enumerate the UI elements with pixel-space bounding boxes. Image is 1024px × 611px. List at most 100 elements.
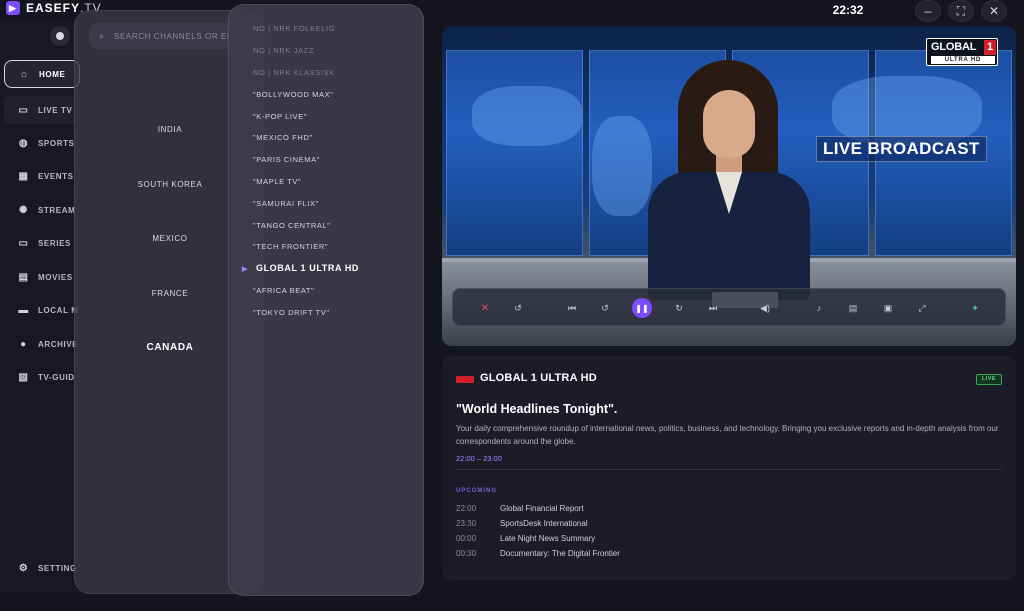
sidebar-item-archive[interactable]: ● ARCHIVE <box>4 330 80 358</box>
upcoming-title: Late Night News Summary <box>500 534 596 543</box>
folder-icon: ▬ <box>18 304 29 316</box>
subtitles-icon[interactable]: ▤ <box>845 300 861 316</box>
sidebar-item-series[interactable]: ▭ SERIES <box>4 229 80 257</box>
sidebar-item-label: SETTING <box>38 563 77 573</box>
now-playing-icon: ▶ <box>242 266 248 273</box>
upcoming-item[interactable]: 22:00 Global Financial Report <box>456 504 584 516</box>
channel-logo-icon <box>456 376 474 383</box>
upcoming-title: SportsDesk International <box>500 519 588 528</box>
pause-icon[interactable]: ❚❚ <box>632 298 652 318</box>
channel-item-label: GLOBAL 1 ULTRA HD <box>255 263 360 273</box>
film-icon: ▤ <box>18 271 29 283</box>
cast-icon[interactable]: ✦ <box>967 300 983 316</box>
channel-title: GLOBAL 1 ULTRA HD <box>480 372 597 384</box>
sidebar-item-label: TV-GUID <box>38 372 75 382</box>
upcoming-title: Global Financial Report <box>500 504 584 513</box>
upcoming-time: 22:00 <box>456 504 477 513</box>
close-button[interactable]: ✕ <box>981 0 1007 22</box>
program-title: "World Headlines Tonight". <box>456 402 618 416</box>
video-player[interactable]: LIVE BROADCAST GLOBAL 1 ULTRA HD ✕ ↺ ⏮ ↺… <box>442 26 1016 346</box>
sidebar-item-label: SPORTS <box>38 138 75 148</box>
sidebar-item-tv-guide[interactable]: ▧ TV-GUID <box>4 363 80 391</box>
replay-icon[interactable]: ↺ <box>510 300 526 316</box>
player-controls: ✕ ↺ ⏮ ↺ ❚❚ ↻ ⏭ ◀) ♪ ▤ ▣ ⤢ ✦ <box>452 288 1006 326</box>
channel-item[interactable]: "K-POP LIVE" <box>253 112 418 121</box>
rewind-icon[interactable]: ↺ <box>597 300 613 316</box>
brand-name: EASEFY <box>26 1 81 15</box>
studio-screen <box>446 50 583 256</box>
network-logo-sub: ULTRA HD <box>931 56 995 64</box>
skip-next-icon[interactable]: ⏭ <box>705 300 721 316</box>
sidebar-item-home[interactable]: ⌂ HOME <box>4 60 80 88</box>
sidebar-item-label: MOVIES <box>38 272 73 282</box>
sidebar-item-label: LIVE TV <box>38 105 73 115</box>
audio-track-icon[interactable]: ♪ <box>811 300 827 316</box>
sidebar-item-label: EVENTS <box>38 171 74 181</box>
live-badge: LIVE <box>976 374 1002 385</box>
program-description: Your daily comprehensive roundup of inte… <box>456 424 999 446</box>
app-logo-icon: ▶ <box>6 1 20 15</box>
upcoming-item[interactable]: 00:30 Documentary: The Digital Frontier <box>456 549 620 561</box>
forward-icon[interactable]: ↻ <box>671 300 687 316</box>
fullscreen-icon[interactable]: ⤢ <box>914 300 930 316</box>
program-time: 22:00 – 23:00 <box>456 454 502 463</box>
sidebar-item-label: STREAM <box>38 205 76 215</box>
sidebar-item-sports[interactable]: ◍ SPORTS <box>4 129 80 157</box>
clock: 22:32 <box>832 3 864 17</box>
channel-item-playing[interactable]: ▶ GLOBAL 1 ULTRA HD <box>242 263 407 273</box>
channel-item[interactable]: "MAPLE TV" <box>253 177 418 186</box>
minimize-button[interactable]: – <box>915 0 941 22</box>
pip-icon[interactable]: ▣ <box>880 300 896 316</box>
sidebar-item-movies[interactable]: ▤ MOVIES <box>4 263 80 291</box>
anchor-face <box>703 90 755 158</box>
maximize-button[interactable]: ⛶ <box>948 0 974 22</box>
search-input[interactable] <box>114 31 235 41</box>
live-broadcast-banner: LIVE BROADCAST <box>816 136 987 162</box>
sidebar-item-label: ARCHIVE <box>38 339 79 349</box>
sidebar-item-local-media[interactable]: ▬ LOCAL M <box>4 296 80 324</box>
channel-item[interactable]: "SAMURAI FLIX" <box>253 199 418 208</box>
network-logo: GLOBAL 1 ULTRA HD <box>926 38 998 66</box>
divider <box>456 469 1002 470</box>
channel-item[interactable]: "TANGO CENTRAL" <box>253 221 418 230</box>
upcoming-title: Documentary: The Digital Frontier <box>500 549 620 558</box>
calendar-icon: ▦ <box>18 170 29 182</box>
upcoming-item[interactable]: 23:30 SportsDesk International <box>456 519 588 531</box>
sidebar-item-label: SERIES <box>38 238 71 248</box>
channel-item[interactable]: NO | NRK JAZZ <box>253 46 418 55</box>
channel-item[interactable]: "MEXICO FHD" <box>253 133 418 142</box>
user-icon <box>56 32 64 40</box>
search-box[interactable]: ⌕ <box>89 23 249 49</box>
upcoming-time: 00:00 <box>456 534 477 543</box>
upcoming-label: UPCOMING <box>456 488 497 494</box>
stream-icon: ✺ <box>19 204 28 216</box>
sidebar-item-settings[interactable]: ⚙ SETTING <box>4 554 80 582</box>
channel-item[interactable]: NO | NRK FOLKELIG <box>253 24 418 33</box>
sidebar-item-live-tv[interactable]: ▭ LIVE TV <box>4 96 80 124</box>
search-icon: ⌕ <box>99 30 105 41</box>
channel-item[interactable]: "BOLLYWOOD MAX" <box>253 90 418 99</box>
close-icon[interactable]: ✕ <box>477 300 493 316</box>
gear-icon: ⚙ <box>18 562 29 574</box>
channel-item[interactable]: "TOKYO DRIFT TV" <box>253 308 418 317</box>
upcoming-time: 23:30 <box>456 519 477 528</box>
world-map-shape <box>472 86 582 146</box>
sidebar: ⌂ HOME ▭ LIVE TV ◍ SPORTS ▦ EVENTS ✺ STR… <box>0 22 80 592</box>
profile-avatar[interactable] <box>50 26 70 46</box>
upcoming-item[interactable]: 00:00 Late Night News Summary <box>456 534 595 546</box>
sidebar-item-stream[interactable]: ✺ STREAM <box>4 196 80 224</box>
network-logo-number: 1 <box>984 40 996 55</box>
channel-item[interactable]: "TECH FRONTIER" <box>253 242 418 251</box>
channel-item[interactable]: "AFRICA BEAT" <box>253 286 418 295</box>
sidebar-item-label: HOME <box>39 69 66 79</box>
sidebar-item-events[interactable]: ▦ EVENTS <box>4 162 80 190</box>
channel-item[interactable]: "PARIS CINEMA" <box>253 155 418 164</box>
archive-icon: ● <box>20 338 27 350</box>
channel-item[interactable]: NO | NRK KLASSISK <box>253 68 418 77</box>
upcoming-time: 00:30 <box>456 549 477 558</box>
monitor-icon: ▭ <box>18 237 29 249</box>
ball-icon: ◍ <box>18 137 29 149</box>
program-info-panel: GLOBAL 1 ULTRA HD LIVE "World Headlines … <box>442 356 1016 580</box>
skip-previous-icon[interactable]: ⏮ <box>564 300 580 316</box>
volume-icon[interactable]: ◀) <box>757 300 773 316</box>
